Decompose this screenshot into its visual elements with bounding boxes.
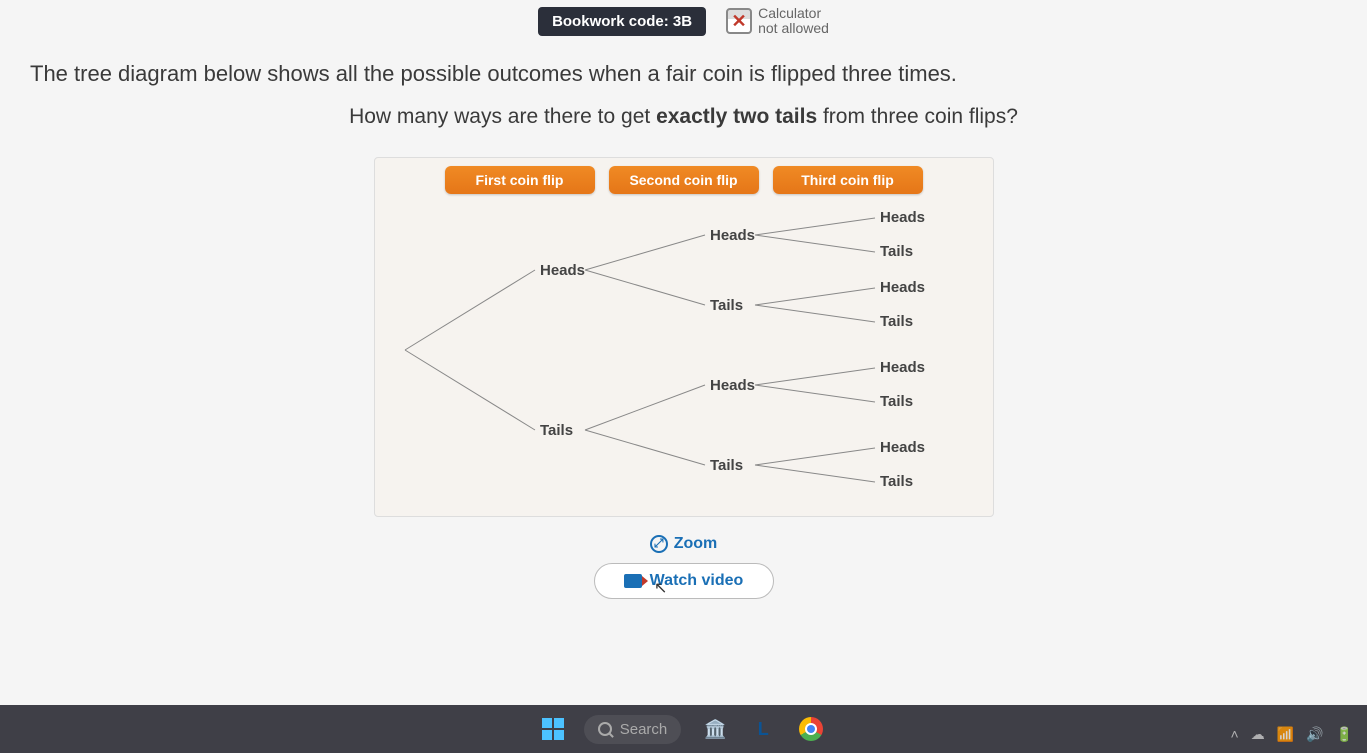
watch-video-button[interactable]: Watch video — [594, 563, 774, 599]
l3-4: Heads — [880, 359, 925, 376]
tray-wifi-icon[interactable]: 📶 — [1277, 726, 1294, 743]
tray-cloud-icon[interactable]: ☁ — [1251, 726, 1265, 743]
l3-3: Tails — [880, 313, 913, 330]
start-button[interactable] — [542, 718, 564, 740]
l2-0: Heads — [710, 227, 755, 244]
calculator-not-allowed: not allowed — [758, 21, 829, 36]
taskbar-edge[interactable]: L — [749, 715, 777, 743]
bookwork-code-badge: Bookwork code: 3B — [538, 7, 706, 36]
taskbar: Search 🏛️ L — [0, 705, 1367, 753]
calculator-status: ✕ Calculator not allowed — [726, 6, 829, 37]
system-tray[interactable]: ˄ ☁ 📶 🔊 🔋 — [1231, 726, 1354, 743]
cursor-icon: ↖ — [654, 578, 667, 598]
question-line-1: The tree diagram below shows all the pos… — [30, 61, 1337, 87]
l3-7: Tails — [880, 473, 913, 490]
l3-2: Heads — [880, 279, 925, 296]
taskbar-chrome[interactable] — [797, 715, 825, 743]
l3-1: Tails — [880, 243, 913, 260]
question-line-2: How many ways are there to get exactly t… — [30, 105, 1337, 129]
l1-tails: Tails — [540, 422, 573, 439]
question-area: The tree diagram below shows all the pos… — [0, 41, 1367, 139]
q2-post: from three coin flips? — [817, 105, 1018, 128]
tray-chevron-icon[interactable]: ˄ — [1231, 726, 1239, 743]
q2-bold: exactly two tails — [656, 105, 817, 128]
q2-pre: How many ways are there to get — [349, 105, 656, 128]
tree-diagram: First coin flip Second coin flip Third c… — [374, 157, 994, 517]
zoom-icon: ⤢ — [650, 535, 668, 553]
tray-volume-icon[interactable]: 🔊 — [1306, 726, 1323, 743]
search-icon — [598, 722, 612, 736]
calculator-icon: ✕ — [726, 8, 752, 34]
calculator-title: Calculator — [758, 6, 829, 21]
tray-battery-icon[interactable]: 🔋 — [1336, 726, 1353, 743]
taskbar-app-1[interactable]: 🏛️ — [701, 715, 729, 743]
col-header-third: Third coin flip — [773, 166, 923, 194]
search-placeholder: Search — [620, 721, 668, 738]
col-header-second: Second coin flip — [609, 166, 759, 194]
l3-5: Tails — [880, 393, 913, 410]
video-icon — [624, 574, 642, 588]
col-header-first: First coin flip — [445, 166, 595, 194]
chrome-icon — [799, 717, 823, 741]
l3-0: Heads — [880, 209, 925, 226]
l2-3: Tails — [710, 457, 743, 474]
cross-icon: ✕ — [732, 11, 747, 32]
taskbar-search[interactable]: Search — [584, 715, 682, 744]
zoom-label: Zoom — [674, 535, 718, 553]
zoom-button[interactable]: ⤢ Zoom — [0, 535, 1367, 553]
l3-6: Heads — [880, 439, 925, 456]
l1-heads: Heads — [540, 262, 585, 279]
tree-svg: Heads Tails Heads Tails Heads Tails Head… — [385, 200, 985, 500]
l2-2: Heads — [710, 377, 755, 394]
l2-1: Tails — [710, 297, 743, 314]
top-bar: Bookwork code: 3B ✕ Calculator not allow… — [0, 0, 1367, 41]
